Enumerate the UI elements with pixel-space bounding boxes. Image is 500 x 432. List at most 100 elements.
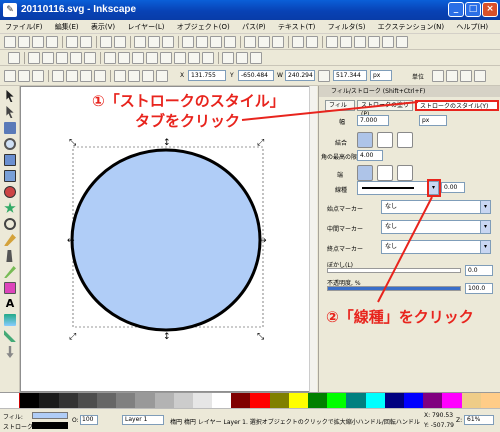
snap-bbox-mid-icon[interactable] <box>70 52 82 64</box>
text-tool-icon[interactable]: A <box>4 298 16 310</box>
swatch-olive[interactable] <box>269 393 289 409</box>
snap-bbox-center-icon[interactable] <box>84 52 96 64</box>
opacity-slider[interactable] <box>327 286 461 291</box>
rotate-ccw-icon[interactable] <box>52 70 64 82</box>
export-icon[interactable] <box>80 36 92 48</box>
paint-bucket-icon[interactable] <box>4 282 16 294</box>
swatch-peach[interactable] <box>480 393 500 409</box>
redo-icon[interactable] <box>114 36 126 48</box>
move-patterns-icon[interactable] <box>474 70 486 82</box>
x-field[interactable]: 131.755 <box>188 70 226 81</box>
select-all-layers-icon[interactable] <box>18 70 30 82</box>
no-paint-swatch[interactable] <box>0 393 21 409</box>
flip-vertical-icon[interactable] <box>94 70 106 82</box>
menu-extensions[interactable]: エクステンション(N) <box>373 20 450 32</box>
ungroup-icon[interactable] <box>306 36 318 48</box>
dash-offset-field[interactable]: 0.00 <box>441 182 465 193</box>
width-unit-select[interactable]: px <box>419 115 447 126</box>
swatch-gray-50[interactable] <box>116 393 136 409</box>
flip-horizontal-icon[interactable] <box>80 70 92 82</box>
snap-nodes-icon[interactable] <box>104 52 116 64</box>
swatch-gray-90[interactable] <box>192 393 213 409</box>
vertical-scrollbar[interactable] <box>309 86 317 392</box>
cut-icon[interactable] <box>148 36 160 48</box>
paste-icon[interactable] <box>162 36 174 48</box>
unit-select[interactable]: px <box>370 70 392 81</box>
import-icon[interactable] <box>66 36 78 48</box>
swatch-purple[interactable] <box>423 393 443 409</box>
3d-box-tool-icon[interactable] <box>4 170 16 182</box>
blur-slider[interactable] <box>327 268 461 273</box>
clone-icon[interactable] <box>258 36 270 48</box>
move-gradients-icon[interactable] <box>460 70 472 82</box>
pen-tool-icon[interactable] <box>6 250 13 262</box>
copy-icon[interactable] <box>134 36 146 48</box>
close-button[interactable]: × <box>482 2 498 17</box>
menu-path[interactable]: パス(P) <box>237 20 271 32</box>
select-all-icon[interactable] <box>4 70 16 82</box>
swatch-gray-20[interactable] <box>58 393 78 409</box>
swatch-gray-60[interactable] <box>135 393 155 409</box>
miter-limit-field[interactable]: 4.00 <box>357 150 383 161</box>
zoom-drawing-icon[interactable] <box>196 36 208 48</box>
zoom-page-icon[interactable] <box>210 36 222 48</box>
snap-bbox-edge-icon[interactable] <box>42 52 54 64</box>
spiral-tool-icon[interactable] <box>4 218 16 230</box>
align-distribute-icon[interactable] <box>368 36 380 48</box>
w-field[interactable]: 240.294 <box>285 70 315 81</box>
tab-stroke-style[interactable]: ストロークのスタイル(Y) <box>415 100 499 111</box>
connector-tool-icon[interactable] <box>4 330 16 342</box>
calligraphy-tool-icon[interactable] <box>4 266 16 278</box>
snap-grid-icon[interactable] <box>236 52 248 64</box>
blur-field[interactable]: 0.0 <box>465 265 493 276</box>
ellipse-tool-icon[interactable] <box>4 186 16 198</box>
menu-file[interactable]: ファイル(F) <box>0 20 48 32</box>
snap-midpoint-icon[interactable] <box>174 52 186 64</box>
snap-center-icon[interactable] <box>188 52 200 64</box>
fill-stroke-icon[interactable] <box>326 36 338 48</box>
start-marker-arrow-icon[interactable]: ▾ <box>480 201 490 213</box>
menu-edit[interactable]: 編集(E) <box>50 20 84 32</box>
star-tool-icon[interactable] <box>4 202 16 213</box>
lock-proportions-icon[interactable] <box>318 70 330 82</box>
swatch-gray-40[interactable] <box>96 393 117 409</box>
menu-help[interactable]: ヘルプ(H) <box>451 20 493 32</box>
round-join-icon[interactable] <box>377 132 393 148</box>
menu-view[interactable]: 表示(V) <box>86 20 120 32</box>
menu-text[interactable]: テキスト(T) <box>273 20 321 32</box>
swatch-yellow[interactable] <box>288 393 308 409</box>
color-palette[interactable] <box>0 392 500 409</box>
swatch-gray-70[interactable] <box>154 393 174 409</box>
swatch-lime[interactable] <box>327 393 347 409</box>
swatch-white[interactable] <box>212 393 232 409</box>
snap-bbox-icon[interactable] <box>28 52 40 64</box>
zoom-width-icon[interactable] <box>224 36 236 48</box>
tab-stroke-paint[interactable]: ストロークの塗り(P) <box>357 100 413 118</box>
start-marker-select[interactable]: なし ▾ <box>381 200 491 214</box>
snap-smooth-icon[interactable] <box>160 52 172 64</box>
raise-to-top-icon[interactable] <box>114 70 126 82</box>
maximize-button[interactable]: □ <box>465 2 481 17</box>
pencil-tool-icon[interactable] <box>4 234 16 246</box>
stroke-color-swatch[interactable] <box>32 422 68 429</box>
opacity-status-field[interactable]: 100 <box>80 415 98 425</box>
drawing-canvas[interactable]: ⤡ ↕ ⤢ ↔ ↔ ⤢ ↕ ⤡ <box>20 86 310 392</box>
swatch-navy[interactable] <box>384 393 404 409</box>
opacity-field[interactable]: 100.0 <box>465 283 493 294</box>
xml-editor-icon[interactable] <box>354 36 366 48</box>
text-font-icon[interactable] <box>340 36 352 48</box>
open-icon[interactable] <box>18 36 30 48</box>
duplicate-icon[interactable] <box>244 36 256 48</box>
y-field[interactable]: -650.484 <box>238 70 274 81</box>
swatch-green[interactable] <box>308 393 328 409</box>
butt-cap-icon[interactable] <box>357 165 373 181</box>
dropper-tool-icon[interactable] <box>6 346 14 358</box>
snap-intersection-icon[interactable] <box>132 52 144 64</box>
width-field[interactable]: 7.000 <box>357 115 389 126</box>
current-layer-select[interactable]: Layer 1 <box>122 415 164 425</box>
swatch-black[interactable] <box>20 393 40 409</box>
raise-icon[interactable] <box>128 70 140 82</box>
selector-tool-icon[interactable] <box>6 90 14 102</box>
undo-icon[interactable] <box>100 36 112 48</box>
lower-to-bottom-icon[interactable] <box>156 70 168 82</box>
